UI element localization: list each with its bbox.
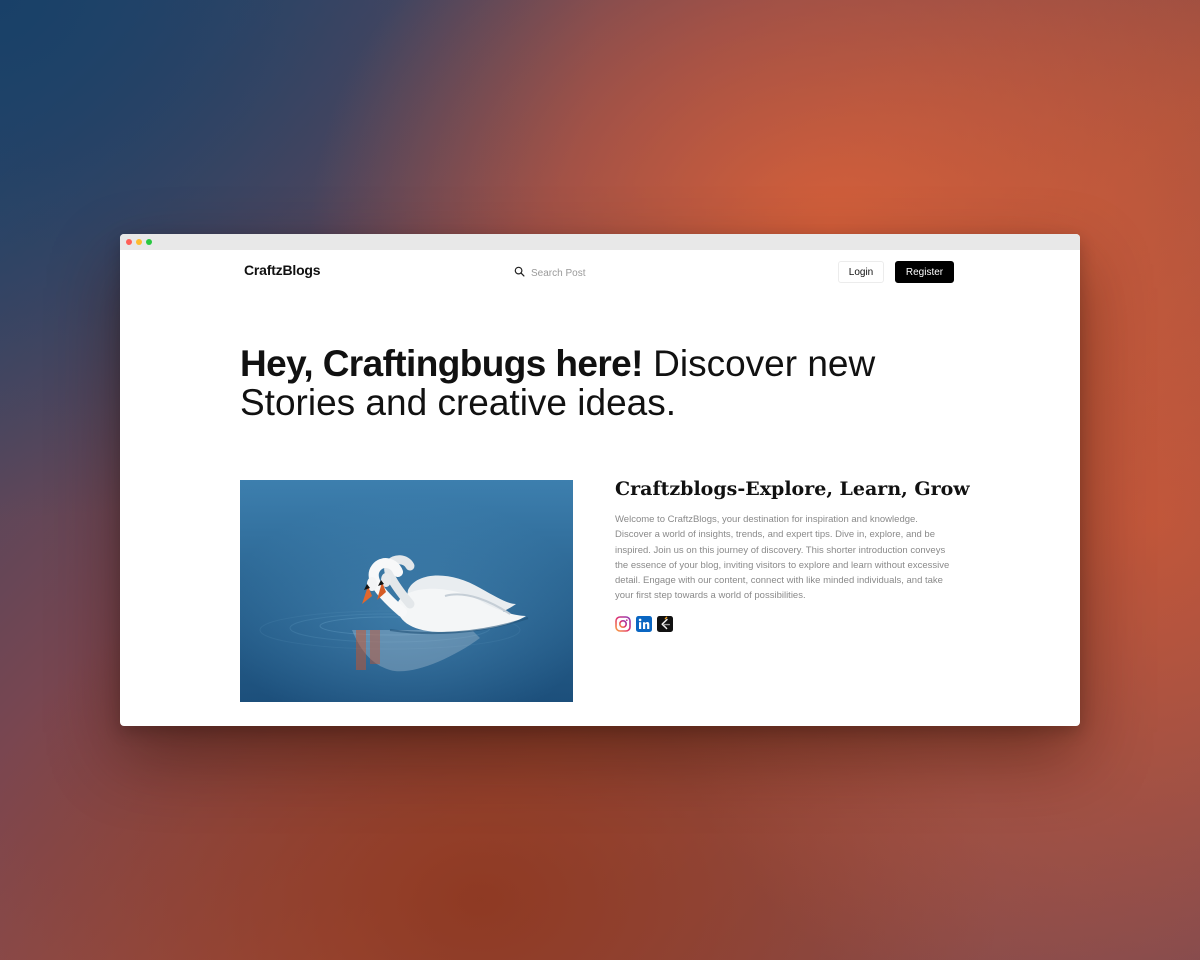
search-icon[interactable] <box>514 264 525 282</box>
social-links <box>615 615 955 632</box>
minimize-window-dot[interactable] <box>136 239 142 245</box>
hero-heading-strong: Hey, Craftingbugs here! <box>240 343 643 384</box>
search-input[interactable] <box>531 267 641 279</box>
hero-image-swans <box>240 480 573 702</box>
instagram-icon[interactable] <box>615 615 631 632</box>
register-button[interactable]: Register <box>895 261 954 283</box>
about-section: Craftzblogs-Explore, Learn, Grow Welcome… <box>615 478 970 632</box>
login-button[interactable]: Login <box>838 261 884 283</box>
about-title: Craftzblogs-Explore, Learn, Grow <box>615 478 970 500</box>
window-titlebar <box>120 234 1080 250</box>
about-description: Welcome to CraftzBlogs, your destination… <box>615 514 950 602</box>
search-bar[interactable] <box>514 264 641 282</box>
linkedin-icon[interactable] <box>636 615 652 632</box>
close-window-dot[interactable] <box>126 239 132 245</box>
top-navbar: CraftzBlogs Login Register <box>120 250 1080 294</box>
browser-window: CraftzBlogs Login Register Hey, Crafting… <box>120 234 1080 726</box>
site-logo[interactable]: CraftzBlogs <box>244 262 321 278</box>
maximize-window-dot[interactable] <box>146 239 152 245</box>
hero-heading: Hey, Craftingbugs here! Discover new Sto… <box>240 344 940 422</box>
leetcode-icon[interactable] <box>657 615 673 632</box>
about-title-brand: Craftzblogs- <box>615 478 746 500</box>
about-title-rest: Explore, Learn, Grow <box>745 478 970 500</box>
